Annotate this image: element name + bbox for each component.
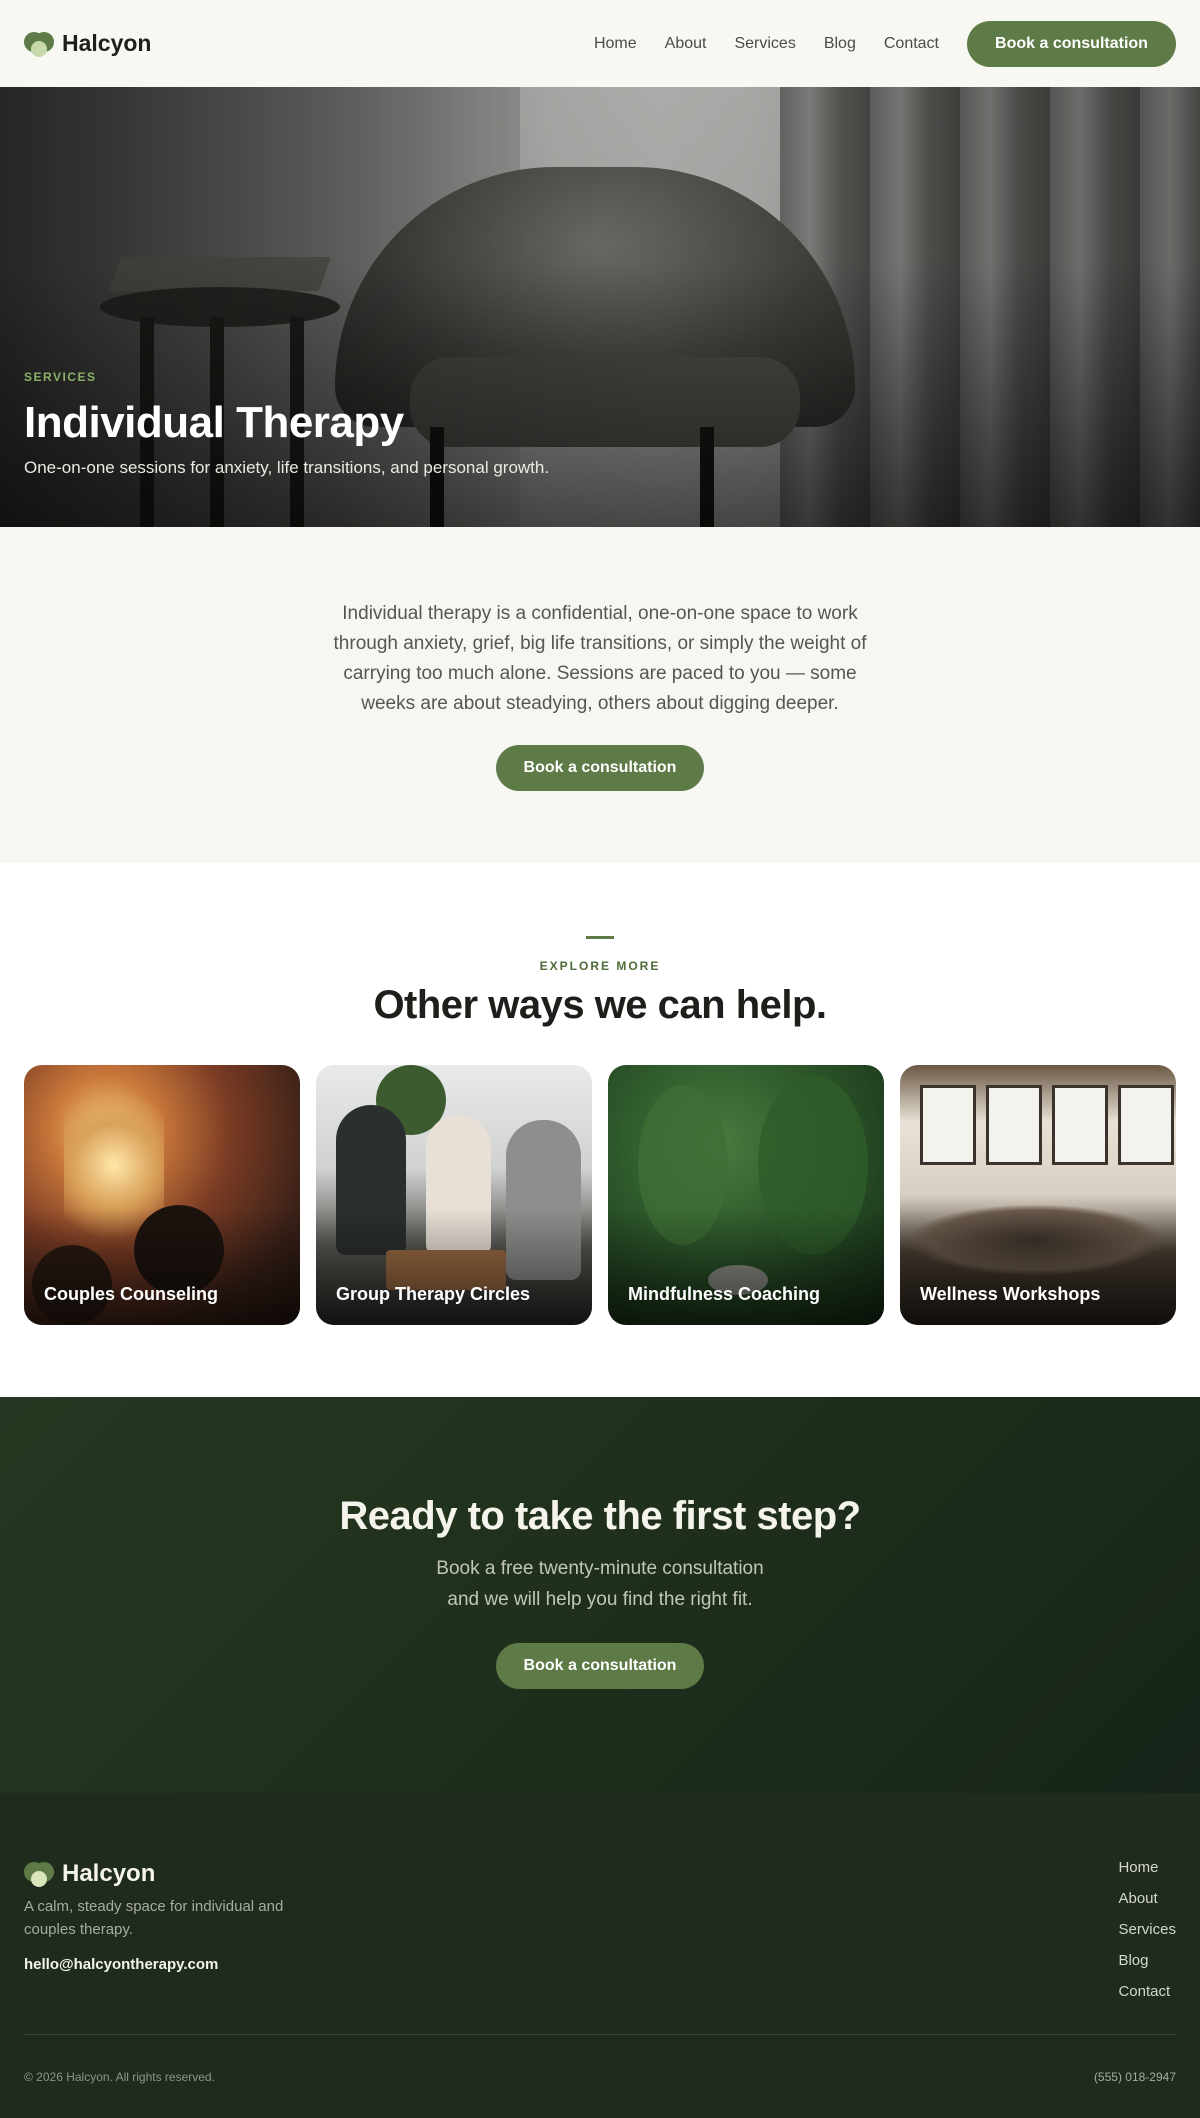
footer-brand-name: Halcyon: [62, 1860, 156, 1887]
footer-nav-about[interactable]: About: [1118, 1890, 1176, 1921]
nav-blog[interactable]: Blog: [824, 35, 856, 53]
hero-subtitle: One-on-one sessions for anxiety, life tr…: [24, 458, 550, 477]
nav-home[interactable]: Home: [594, 35, 637, 53]
section-divider: [586, 936, 614, 939]
site-header: Halcyon Home About Services Blog Contact…: [0, 0, 1200, 87]
footer-logo[interactable]: Halcyon: [24, 1859, 155, 1889]
hero-section: SERVICES Individual Therapy One-on-one s…: [0, 87, 1200, 527]
cta-book-consultation-button[interactable]: Book a consultation: [496, 1643, 704, 1689]
nav-contact[interactable]: Contact: [884, 35, 939, 53]
intro-section: Individual therapy is a confidential, on…: [0, 527, 1200, 863]
service-card-label: Group Therapy Circles: [336, 1284, 531, 1304]
intro-text: Individual therapy is a confidential, on…: [333, 603, 867, 714]
footer-divider: [24, 2034, 1176, 2035]
explore-section: EXPLORE MORE Other ways we can help. Cou…: [0, 863, 1200, 1397]
nav-about[interactable]: About: [665, 35, 707, 53]
footer-tagline: A calm, steady space for individual and …: [24, 1898, 284, 1938]
header-book-consultation-button[interactable]: Book a consultation: [967, 20, 1176, 67]
hero-content: SERVICES Individual Therapy One-on-one s…: [24, 370, 549, 478]
intro-book-consultation-button[interactable]: Book a consultation: [496, 745, 704, 791]
hero-eyebrow: SERVICES: [24, 370, 97, 384]
cta-text: Book a free twenty-minute consultation a…: [436, 1558, 764, 1610]
service-card-mindfulness[interactable]: Mindfulness Coaching: [608, 1065, 884, 1325]
service-card-label: Wellness Workshops: [920, 1284, 1101, 1304]
service-card-group[interactable]: Group Therapy Circles: [316, 1065, 592, 1325]
brand-name: Halcyon: [62, 30, 152, 56]
footer-nav-contact[interactable]: Contact: [1118, 1983, 1176, 2014]
brand-logo[interactable]: Halcyon: [24, 29, 151, 59]
footer-nav: Home About Services Blog Contact: [1118, 1859, 1176, 2014]
footer-email-link[interactable]: hello@halcyontherapy.com: [24, 1956, 218, 1973]
service-card-workshops[interactable]: Wellness Workshops: [900, 1065, 1176, 1325]
leaf-logo-icon: [24, 29, 54, 59]
footer-nav-blog[interactable]: Blog: [1118, 1952, 1176, 1983]
page-title: Individual Therapy: [24, 398, 404, 447]
service-card-label: Couples Counseling: [44, 1284, 219, 1304]
nav-services[interactable]: Services: [734, 35, 795, 53]
explore-eyebrow: EXPLORE MORE: [539, 959, 661, 973]
site-footer: Halcyon A calm, steady space for individ…: [0, 1793, 1200, 2118]
footer-phone[interactable]: (555) 018-2947: [1094, 2070, 1176, 2084]
explore-heading: Other ways we can help.: [373, 983, 827, 1027]
footer-nav-services[interactable]: Services: [1118, 1921, 1176, 1952]
service-cards: Couples Counseling Group Therapy Circles…: [24, 1065, 1176, 1325]
service-card-label: Mindfulness Coaching: [628, 1284, 821, 1304]
cta-section: Ready to take the first step? Book a fre…: [0, 1397, 1200, 1793]
copyright-text: © 2026 Halcyon. All rights reserved.: [24, 2070, 215, 2084]
leaf-logo-icon: [24, 1859, 54, 1889]
cta-heading: Ready to take the first step?: [339, 1494, 861, 1538]
service-card-couples[interactable]: Couples Counseling: [24, 1065, 300, 1325]
footer-nav-home[interactable]: Home: [1118, 1859, 1176, 1890]
main-nav: Home About Services Blog Contact Book a …: [594, 20, 1176, 67]
